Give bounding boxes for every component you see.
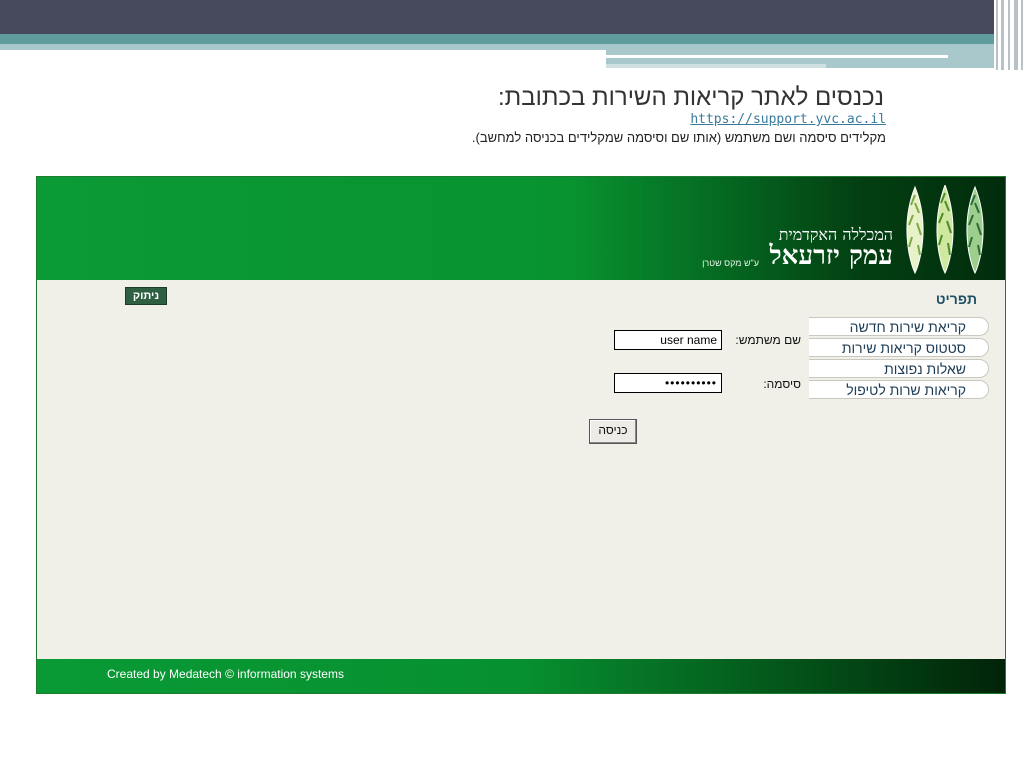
menu-title: תפריט: [935, 291, 977, 307]
slide-white-line: [606, 55, 948, 58]
app-header: המכללה האקדמית עמק יזרעאל ע"ש מקס שטרן: [37, 177, 1005, 280]
app-footer: Created by Medatech © information system…: [37, 659, 1005, 693]
login-submit-button[interactable]: כניסה: [589, 419, 637, 444]
menu-item-ticket-status[interactable]: סטטוס קריאות שירות: [809, 338, 989, 357]
password-label: סיסמה:: [763, 377, 801, 391]
password-input[interactable]: [614, 373, 722, 393]
slide-teal-band: [0, 34, 1024, 44]
college-name-line3: ע"ש מקס שטרן: [702, 258, 759, 268]
slide-title: נכנסים לאתר קריאות השירות בכתובת:: [498, 84, 884, 111]
menu-item-faq[interactable]: שאלות נפוצות: [809, 359, 989, 378]
username-label: שם משתמש:: [735, 333, 801, 347]
support-login-window: המכללה האקדמית עמק יזרעאל ע"ש מקס שטרן נ…: [36, 176, 1006, 694]
menu-item-tickets-to-handle[interactable]: קריאות שרות לטיפול: [809, 380, 989, 399]
college-name-line2: עמק יזרעאל: [769, 241, 894, 271]
cypress-trees-logo-icon: [906, 185, 984, 275]
menu-item-new-ticket[interactable]: קריאת שירות חדשה: [809, 317, 989, 336]
logout-button[interactable]: ניתוק: [125, 287, 167, 305]
slide-vertical-bars: [994, 0, 1024, 70]
username-input[interactable]: [614, 330, 722, 350]
side-menu: קריאת שירות חדשה סטטוס קריאות שירות שאלו…: [809, 317, 989, 401]
footer-credit: Created by Medatech © information system…: [107, 667, 344, 681]
slide-accent-line: [606, 64, 826, 68]
slide-light-band: [0, 44, 606, 50]
support-url-link[interactable]: https://support.yvc.ac.il: [690, 112, 886, 127]
slide-top-bar: [0, 0, 1024, 34]
slide-description: מקלידים סיסמה ושם משתמש (אותו שם וסיסמה …: [471, 130, 886, 145]
